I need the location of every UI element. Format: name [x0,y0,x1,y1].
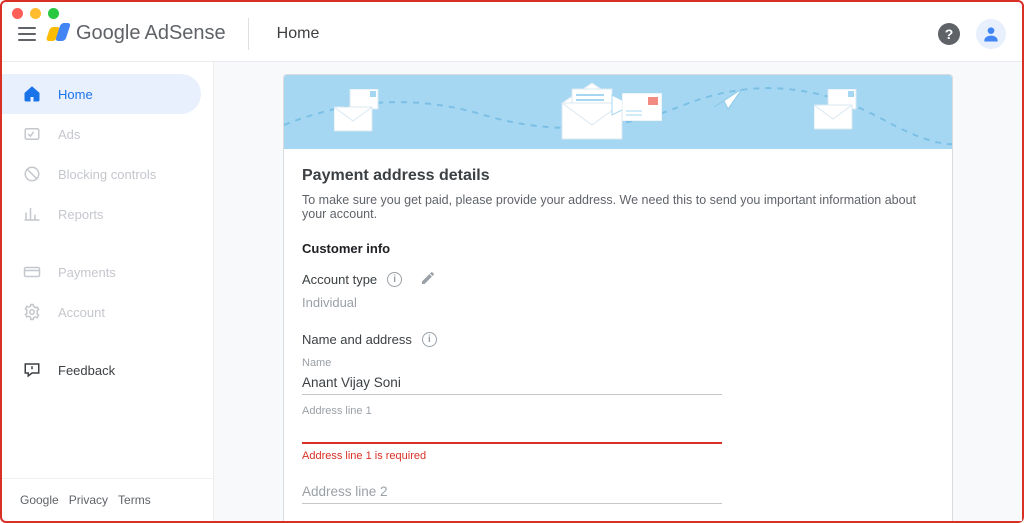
sidebar-item-payments[interactable]: Payments [2,252,201,292]
footer-privacy-link[interactable]: Privacy [69,493,108,507]
account-type-value: Individual [302,295,934,310]
adsense-icon [48,23,70,45]
brand-product-text: AdSense [145,22,226,45]
minimize-window-dot[interactable] [30,8,41,19]
header-divider [248,18,249,50]
sidebar-footer: Google Privacy Terms [2,478,213,521]
app-header: Google AdSense Home ? [2,6,1022,62]
payments-icon [22,262,42,282]
address2-field [302,480,722,504]
account-type-label: Account type [302,272,377,287]
brand-logo[interactable]: Google AdSense [48,22,226,45]
window-traffic-lights [12,8,59,19]
address1-label: Address line 1 [302,405,722,417]
feedback-icon [22,360,42,380]
close-window-dot[interactable] [12,8,23,19]
sidebar-item-ads[interactable]: Ads [2,114,201,154]
ads-icon [22,124,42,144]
edit-account-type-button[interactable] [420,270,436,289]
address2-input[interactable] [302,480,722,504]
sidebar-item-label: Home [58,87,93,102]
name-input[interactable] [302,371,722,395]
block-icon [22,164,42,184]
sidebar-item-label: Blocking controls [58,167,156,182]
reports-icon [22,204,42,224]
account-type-row: Account type i [302,270,934,289]
sidebar: Home Ads Blocking controls Reports Payme… [2,62,214,521]
page-title: Home [277,25,938,43]
footer-terms-link[interactable]: Terms [118,493,151,507]
sidebar-item-home[interactable]: Home [2,74,201,114]
name-address-heading: Name and address [302,332,412,347]
sidebar-item-account[interactable]: Account [2,292,201,332]
account-avatar[interactable] [976,19,1006,49]
sidebar-item-feedback[interactable]: Feedback [2,350,201,390]
help-icon[interactable]: ? [938,23,960,45]
sidebar-item-label: Payments [58,265,116,280]
menu-toggle-button[interactable] [14,22,38,46]
info-icon[interactable]: i [387,272,402,287]
sidebar-item-reports[interactable]: Reports [2,194,201,234]
name-field: Name [302,357,722,395]
sidebar-item-label: Ads [58,127,80,142]
footer-google-link[interactable]: Google [20,493,59,507]
payment-address-card: Payment address details To make sure you… [283,74,953,521]
address1-field: Address line 1 Address line 1 is require… [302,405,722,462]
maximize-window-dot[interactable] [48,8,59,19]
sidebar-item-label: Feedback [58,363,115,378]
address1-error: Address line 1 is required [302,450,722,462]
home-icon [22,84,42,104]
customer-info-heading: Customer info [302,241,934,256]
name-address-heading-row: Name and address i [302,332,934,347]
account-settings-icon [22,302,42,322]
sidebar-item-blocking-controls[interactable]: Blocking controls [2,154,201,194]
card-banner [284,75,952,149]
address1-input[interactable] [302,419,722,444]
card-title: Payment address details [302,167,934,185]
sidebar-item-label: Account [58,305,105,320]
name-label: Name [302,357,722,369]
card-subtitle: To make sure you get paid, please provid… [302,193,934,221]
sidebar-item-label: Reports [58,207,104,222]
info-icon[interactable]: i [422,332,437,347]
content-area: Payment address details To make sure you… [214,62,1022,521]
brand-google-text: Google [76,22,141,45]
